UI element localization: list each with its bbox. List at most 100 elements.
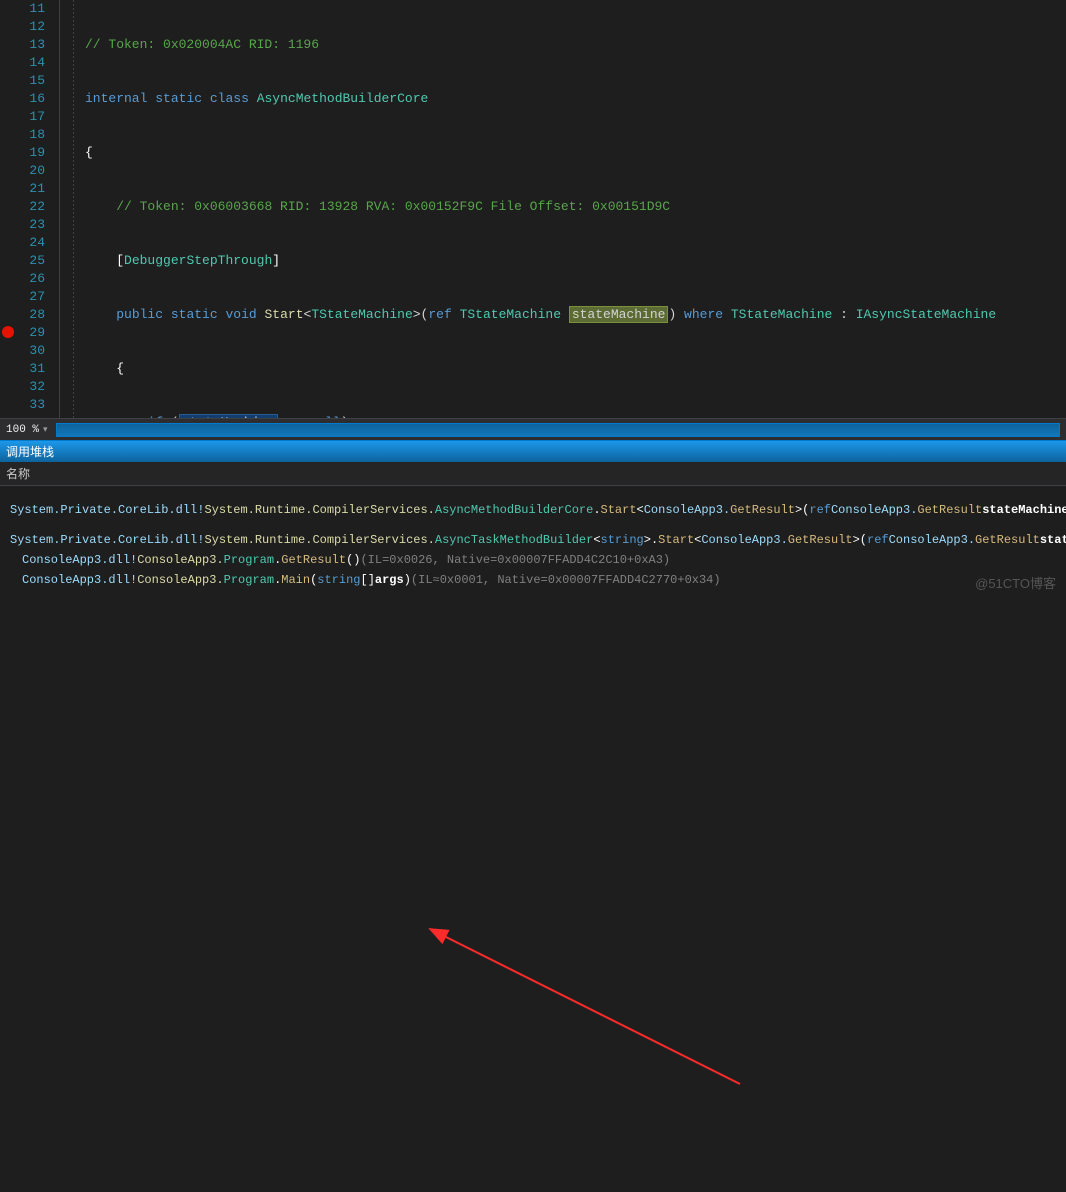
line-number: 18 bbox=[15, 126, 45, 144]
line-number-gutter: 11 12 13 14 15 16 17 18 19 20 21 22 23 2… bbox=[15, 0, 55, 418]
line-number: 22 bbox=[15, 198, 45, 216]
stack-frame[interactable]: ConsoleApp3.dll!ConsoleApp3.Program.GetR… bbox=[0, 550, 1066, 570]
type-name: AsyncMethodBuilderCore bbox=[257, 91, 429, 106]
line-number: 13 bbox=[15, 36, 45, 54]
frame-arrow-spacer bbox=[6, 574, 18, 586]
type-param: TStateMachine bbox=[731, 307, 832, 322]
generic-type: GetResult bbox=[788, 530, 853, 550]
paren: ) bbox=[341, 415, 349, 418]
class-name: AsyncMethodBuilderCore bbox=[435, 500, 593, 520]
line-number: 20 bbox=[15, 162, 45, 180]
dot: . bbox=[274, 570, 281, 590]
chevron-down-icon[interactable]: ▾ bbox=[43, 425, 48, 435]
operator: == bbox=[278, 415, 309, 418]
watermark: @51CTO博客 bbox=[975, 573, 1056, 592]
angle: > bbox=[795, 500, 802, 520]
brace: { bbox=[85, 145, 93, 160]
namespace: System.Runtime.CompilerServices. bbox=[204, 530, 434, 550]
indent-guides bbox=[55, 0, 85, 418]
attribute: DebuggerStepThrough bbox=[124, 253, 272, 268]
array-brackets: [] bbox=[361, 570, 375, 590]
method-name: Main bbox=[281, 570, 310, 590]
line-number: 25 bbox=[15, 252, 45, 270]
keyword: where bbox=[684, 307, 723, 322]
type-name: IAsyncStateMachine bbox=[856, 307, 996, 322]
keyword: static bbox=[155, 91, 202, 106]
generic-type: GetResult bbox=[730, 500, 795, 520]
keyword: class bbox=[210, 91, 249, 106]
class-name: Program bbox=[224, 550, 274, 570]
type-param: TStateMachine bbox=[311, 307, 412, 322]
param-name: stateMachine bbox=[1040, 530, 1066, 550]
stack-frame[interactable]: ConsoleApp3.dll!ConsoleApp3.Program.Main… bbox=[0, 570, 1066, 590]
line-number: 33 bbox=[15, 396, 45, 414]
line-number: 23 bbox=[15, 216, 45, 234]
keyword: void bbox=[225, 307, 256, 322]
breakpoint-icon[interactable] bbox=[2, 326, 14, 338]
line-number: 21 bbox=[15, 180, 45, 198]
line-number: 19 bbox=[15, 144, 45, 162]
method-name: Start bbox=[601, 500, 637, 520]
line-number: 24 bbox=[15, 234, 45, 252]
highlight-param: stateMachine bbox=[569, 306, 669, 323]
param-ns: ConsoleApp3. bbox=[831, 500, 917, 520]
paren: ( bbox=[860, 530, 867, 550]
comment: // Token: 0x06003668 RID: 13928 RVA: 0x0… bbox=[116, 199, 670, 214]
line-number: 30 bbox=[15, 342, 45, 360]
stack-frame[interactable]: System.Private.CoreLib.dll!System.Runtim… bbox=[0, 530, 1066, 550]
horizontal-scrollbar[interactable] bbox=[56, 423, 1060, 437]
keyword: ref bbox=[428, 307, 451, 322]
method-name: Start bbox=[658, 530, 694, 550]
param-name: stateMachine bbox=[982, 500, 1066, 520]
bracket: ] bbox=[272, 253, 280, 268]
param-name: args bbox=[375, 570, 404, 590]
angle: < bbox=[694, 530, 701, 550]
code-editor[interactable]: 11 12 13 14 15 16 17 18 19 20 21 22 23 2… bbox=[0, 0, 1066, 418]
generic-ns: ConsoleApp3. bbox=[701, 530, 787, 550]
type-param: TStateMachine bbox=[460, 307, 561, 322]
callstack-panel-header[interactable]: 调用堆栈 bbox=[0, 440, 1066, 462]
callstack-column-header[interactable]: 名称 bbox=[0, 462, 1066, 486]
namespace: ConsoleApp3. bbox=[137, 570, 223, 590]
keyword: static bbox=[171, 307, 218, 322]
namespace: ConsoleApp3. bbox=[137, 550, 223, 570]
class-name: Program bbox=[224, 570, 274, 590]
line-number: 31 bbox=[15, 360, 45, 378]
angle: > bbox=[853, 530, 860, 550]
keyword: string bbox=[601, 530, 644, 550]
dot: . bbox=[274, 550, 281, 570]
line-number: 17 bbox=[15, 108, 45, 126]
paren: ) bbox=[404, 570, 411, 590]
bracket: [ bbox=[116, 253, 124, 268]
param-type: GetResult bbox=[975, 530, 1040, 550]
paren: ( bbox=[802, 500, 809, 520]
module-name: System.Private.CoreLib.dll! bbox=[10, 500, 204, 520]
line-number: 11 bbox=[15, 0, 45, 18]
module-name: ConsoleApp3.dll! bbox=[22, 550, 137, 570]
line-number: 16 bbox=[15, 90, 45, 108]
dot: . bbox=[593, 500, 600, 520]
il-offset: (IL≈0x0001, Native=0x00007FFADD4C2770+0x… bbox=[411, 570, 721, 590]
angle: > bbox=[644, 530, 651, 550]
line-number: 27 bbox=[15, 288, 45, 306]
stack-frame-current[interactable]: System.Private.CoreLib.dll!System.Runtim… bbox=[0, 490, 1066, 530]
line-number: 32 bbox=[15, 378, 45, 396]
generic-ns: ConsoleApp3. bbox=[644, 500, 730, 520]
zoom-bar: 100 % ▾ bbox=[0, 418, 1066, 440]
module-name: ConsoleApp3.dll! bbox=[22, 570, 137, 590]
keyword: internal bbox=[85, 91, 147, 106]
paren: ( bbox=[310, 570, 317, 590]
keyword: null bbox=[309, 415, 340, 418]
highlight-ref: stateMachine bbox=[179, 414, 279, 418]
keyword: ref bbox=[867, 530, 889, 550]
code-content[interactable]: // Token: 0x020004AC RID: 1196 internal … bbox=[85, 0, 1066, 418]
namespace: System.Runtime.CompilerServices. bbox=[204, 500, 434, 520]
annotation-arrow bbox=[0, 594, 1066, 1192]
line-number: 12 bbox=[15, 18, 45, 36]
zoom-level[interactable]: 100 % bbox=[6, 424, 39, 436]
keyword: ref bbox=[809, 500, 831, 520]
line-number: 28 bbox=[15, 306, 45, 324]
param-type: GetResult bbox=[917, 500, 982, 520]
line-number: 15 bbox=[15, 72, 45, 90]
callstack-panel: System.Private.CoreLib.dll!System.Runtim… bbox=[0, 486, 1066, 594]
